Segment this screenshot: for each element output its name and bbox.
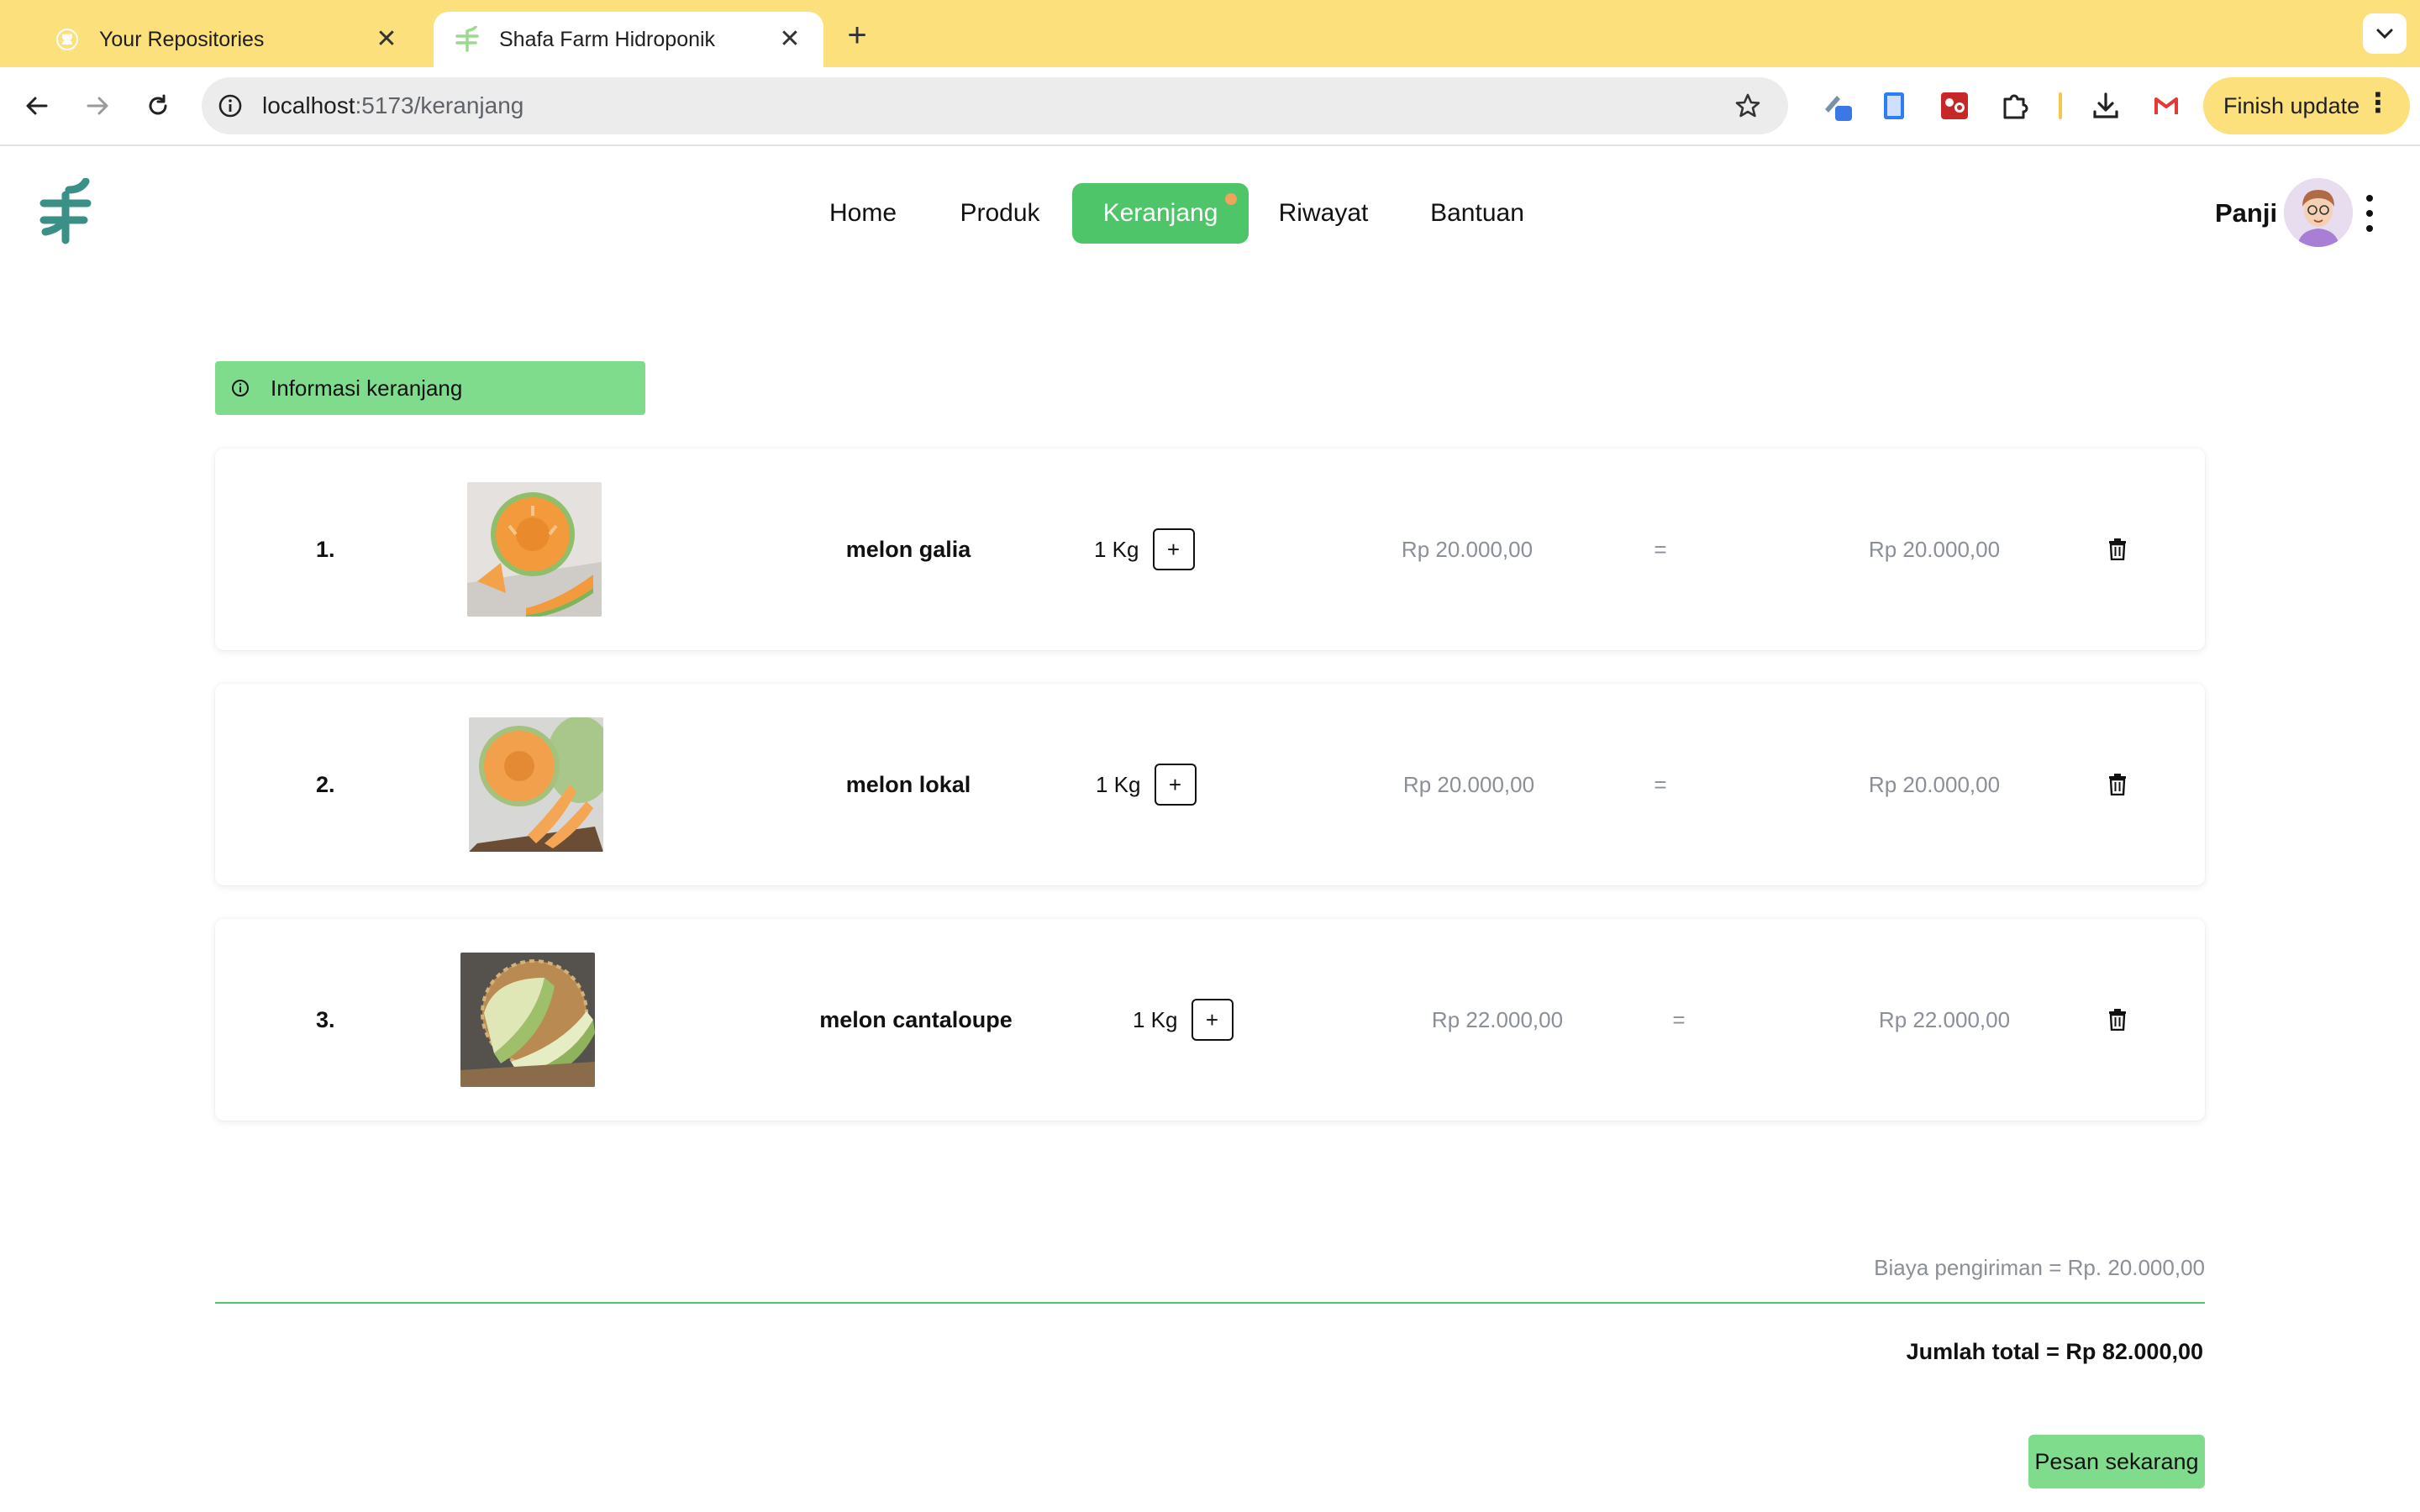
back-button[interactable] — [18, 87, 55, 124]
reload-button[interactable] — [139, 87, 176, 124]
trash-icon[interactable] — [2107, 1009, 2128, 1031]
item-number: 1. — [316, 536, 335, 562]
item-quantity: 1 Kg — [1096, 771, 1141, 797]
user-name[interactable]: Panji — [2215, 198, 2277, 228]
item-number: 3. — [316, 1006, 335, 1032]
nav-keranjang[interactable]: Keranjang — [1072, 183, 1249, 244]
total-amount: Jumlah total = Rp 82.000,00 — [1906, 1339, 2203, 1364]
trash-icon[interactable] — [2107, 774, 2128, 795]
cart-item-row: 2. melon lokal 1 Kg + Rp 20.000,00 = Rp … — [215, 684, 2205, 885]
cart-badge — [1225, 193, 1237, 205]
unit-price: Rp 20.000,00 — [1401, 536, 1534, 562]
tab-your-repositories[interactable]: Your Repositories ✕ — [34, 12, 420, 67]
item-subtotal: Rp 20.000,00 — [1868, 536, 2001, 562]
toolbar-separator — [2059, 92, 2062, 119]
product-image — [469, 717, 603, 852]
equals-sign: = — [1672, 1006, 1686, 1032]
github-icon — [54, 26, 81, 53]
tab-list-button[interactable] — [2363, 13, 2407, 54]
unit-price: Rp 20.000,00 — [1402, 771, 1535, 797]
trash-icon[interactable] — [2107, 538, 2128, 560]
main-nav: Home Produk Keranjang Riwayat Bantuan — [0, 183, 2420, 244]
product-image — [467, 482, 602, 617]
bookmark-star-icon[interactable] — [1731, 89, 1765, 123]
product-image — [460, 953, 595, 1087]
shafa-farm-icon — [454, 26, 481, 53]
cart-info-banner: Informasi keranjang — [215, 361, 645, 415]
avatar[interactable] — [2284, 178, 2353, 247]
tab-title: Your Repositories — [99, 27, 265, 51]
cart-item-row: 1. melon galia 1 Kg + Rp 20.000,00 = Rp … — [215, 449, 2205, 650]
product-name: melon galia — [845, 536, 971, 562]
nav-riwayat[interactable]: Riwayat — [1270, 183, 1376, 244]
info-icon — [232, 380, 249, 396]
site-info-icon[interactable] — [213, 89, 247, 123]
finish-update-button[interactable]: Finish update ⋮ — [2203, 77, 2410, 134]
product-name: melon cantaloupe — [819, 1006, 1013, 1032]
download-icon[interactable] — [2086, 86, 2126, 126]
close-tab-icon[interactable]: ✕ — [373, 27, 400, 52]
reload-icon — [149, 94, 167, 115]
summary-divider — [215, 1302, 2205, 1304]
equals-sign: = — [1654, 536, 1667, 562]
browser-tabstrip: Your Repositories ✕ Shafa Farm Hidroponi… — [0, 0, 2420, 67]
finish-update-label: Finish update — [2223, 92, 2360, 118]
unit-price: Rp 22.000,00 — [1431, 1006, 1564, 1032]
forward-button[interactable] — [79, 87, 116, 124]
tab-title: Shafa Farm Hidroponik — [499, 27, 716, 51]
more-menu-icon[interactable] — [2360, 195, 2380, 232]
cart-item-row: 3. melon cantaloupe 1 Kg + Rp 22.000,00 … — [215, 919, 2205, 1121]
arrow-right-icon — [87, 97, 108, 115]
item-quantity: 1 Kg — [1133, 1006, 1178, 1032]
nav-home[interactable]: Home — [808, 183, 918, 244]
nav-produk[interactable]: Produk — [944, 183, 1055, 244]
extensions-puzzle-icon[interactable] — [1995, 86, 2035, 126]
extension-pen-icon[interactable] — [1817, 86, 1857, 126]
new-tab-icon[interactable]: + — [840, 17, 874, 55]
url-path: :5173/keranjang — [355, 92, 524, 118]
product-name: melon lokal — [845, 771, 971, 797]
close-tab-icon[interactable]: ✕ — [776, 27, 803, 52]
item-quantity: 1 Kg — [1094, 536, 1139, 562]
tab-shafa-farm[interactable]: Shafa Farm Hidroponik ✕ — [434, 12, 823, 67]
increase-quantity-button[interactable]: + — [1152, 528, 1195, 570]
equals-sign: = — [1654, 771, 1667, 797]
increase-quantity-button[interactable]: + — [1154, 764, 1197, 806]
nav-bantuan[interactable]: Bantuan — [1422, 183, 1533, 244]
shipping-cost: Biaya pengiriman = Rp. 20.000,00 — [1874, 1255, 2205, 1280]
extension-gmail-icon[interactable] — [2146, 86, 2186, 126]
item-subtotal: Rp 22.000,00 — [1878, 1006, 2011, 1032]
address-bar[interactable]: localhost:5173/keranjang — [202, 77, 1788, 134]
cart-info-label: Informasi keranjang — [271, 375, 463, 401]
url-host: localhost — [262, 92, 355, 118]
url-text: localhost:5173/keranjang — [262, 92, 523, 119]
extension-red-icon[interactable] — [1934, 86, 1975, 126]
more-vert-icon: ⋮ — [2365, 87, 2391, 118]
nav-keranjang-label: Keranjang — [1102, 199, 1218, 227]
item-subtotal: Rp 20.000,00 — [1868, 771, 2001, 797]
order-now-button[interactable]: Pesan sekarang — [2028, 1435, 2205, 1488]
extension-doc-icon[interactable] — [1874, 86, 1914, 126]
browser-toolbar: localhost:5173/keranjang Finish update ⋮ — [0, 67, 2420, 146]
increase-quantity-button[interactable]: + — [1191, 999, 1234, 1041]
item-number: 2. — [316, 771, 335, 797]
arrow-left-icon — [26, 97, 48, 115]
chevron-down-icon — [2376, 29, 2393, 39]
